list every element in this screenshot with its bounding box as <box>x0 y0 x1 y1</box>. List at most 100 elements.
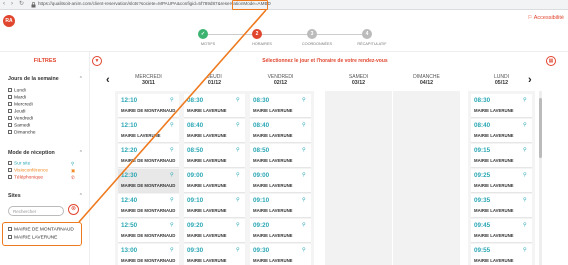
slot-time: 09:25 <box>474 172 491 179</box>
checkbox-icon[interactable] <box>8 227 12 231</box>
slot-place: MAIRIE LAVERUNE <box>187 258 227 263</box>
checkbox-icon[interactable] <box>8 116 12 120</box>
location-icon: ⚲ <box>523 147 527 153</box>
checkbox-icon[interactable] <box>8 95 12 99</box>
site-search-input[interactable]: Rechercher <box>8 206 64 216</box>
chevron-up-icon[interactable]: ⌃ <box>79 193 83 199</box>
day-checkbox[interactable]: Samedi <box>8 123 30 129</box>
time-slot[interactable]: 12:50 ⚲ MAIRIE DE MONTARNAUD <box>118 219 179 243</box>
time-slot[interactable]: 08:40 ⚲ MAIRIE LAVERUNE <box>250 119 311 143</box>
checkbox-icon[interactable] <box>8 175 12 179</box>
slot-place: MAIRIE DE MONTARNAUD <box>121 208 176 213</box>
time-slot[interactable]: 08:50 ⚲ MAIRIE LAVERUNE <box>184 144 245 168</box>
browser-address-bar[interactable]: ‹ › ↻ https://qualitsoit-anim.com/client… <box>0 0 568 10</box>
time-slot[interactable]: 12:40 ⚲ MAIRIE DE MONTARNAUD <box>118 194 179 218</box>
checkbox-icon[interactable] <box>8 88 12 92</box>
slot-time: 09:20 <box>187 222 204 229</box>
sites-section-title[interactable]: Sites <box>8 193 21 199</box>
slot-place: MAIRIE LAVERUNE <box>474 133 514 138</box>
slot-place: MAIRIE LAVERUNE <box>187 208 227 213</box>
checkbox-icon[interactable] <box>8 109 12 113</box>
app-logo[interactable]: RA <box>3 15 15 27</box>
day-checkbox[interactable]: Mardi <box>8 95 26 101</box>
prev-week-arrow[interactable]: ‹ <box>106 74 110 86</box>
time-slot[interactable]: 09:30 ⚲ MAIRIE LAVERUNE <box>250 244 311 265</box>
slot-time: 08:30 <box>187 97 204 104</box>
time-slot[interactable]: 09:00 ⚲ MAIRIE LAVERUNE <box>250 169 311 193</box>
checkbox-icon[interactable] <box>8 168 12 172</box>
slot-list: 08:30 ⚲ MAIRIE LAVERUNE 08:40 ⚲ MAIRIE LAVERU… <box>181 91 248 265</box>
slot-time: 09:35 <box>474 197 491 204</box>
slot-time: 13:00 <box>121 247 138 254</box>
chevron-up-icon[interactable]: ⌃ <box>79 76 83 82</box>
time-slot[interactable]: 09:45 ⚲ MAIRIE LAVERUNE <box>471 219 532 243</box>
time-slot[interactable]: 09:35 ⚲ MAIRIE LAVERUNE <box>471 194 532 218</box>
time-slot[interactable]: 08:30 ⚲ MAIRIE LAVERUNE <box>184 94 245 118</box>
time-slot[interactable]: 09:20 ⚲ MAIRIE LAVERUNE <box>184 219 245 243</box>
checkbox-icon[interactable] <box>8 235 12 239</box>
time-slot[interactable]: 13:00 ⚲ MAIRIE DE MONTARNAUD <box>118 244 179 265</box>
location-icon: ⚲ <box>170 247 174 253</box>
day-checkbox[interactable]: Jeudi <box>8 109 25 115</box>
location-icon: ⚲ <box>236 122 240 128</box>
checkbox-icon[interactable] <box>8 102 12 106</box>
day-checkbox[interactable]: Lundi <box>8 88 26 94</box>
day-column: DIMANCHE 04/12 <box>393 74 460 265</box>
time-slot[interactable]: 08:50 ⚲ MAIRIE LAVERUNE <box>250 144 311 168</box>
reload-icon[interactable]: ↻ <box>19 1 24 7</box>
checkbox-icon[interactable] <box>8 130 12 134</box>
checkbox-icon[interactable] <box>8 161 12 165</box>
clear-search-button[interactable]: ⊗ <box>68 204 79 215</box>
time-slot[interactable]: 12:20 ⚲ MAIRIE DE MONTARNAUD <box>118 144 179 168</box>
time-slot[interactable]: 08:40 ⚲ MAIRIE LAVERUNE <box>184 119 245 143</box>
chevron-up-icon[interactable]: ⌃ <box>79 150 83 156</box>
calendar-button[interactable]: ▦ <box>546 56 556 66</box>
day-label: Vendredi <box>14 116 33 122</box>
slot-list: 08:30 ⚲ MAIRIE LAVERUNE 08:40 ⚲ MAIRIE LAVERU… <box>468 91 535 265</box>
time-slot[interactable]: 12:30 ⚲ MAIRIE DE MONTARNAUD <box>118 169 179 193</box>
day-checkbox[interactable]: Dimanche <box>8 130 36 136</box>
slot-place: MAIRIE LAVERUNE <box>187 158 227 163</box>
day-checkbox[interactable]: Mercredi <box>8 102 33 108</box>
slot-time: 12:10 <box>121 122 138 129</box>
accessibility-link[interactable]: ⚐ Accessibilité <box>528 15 564 21</box>
time-slot[interactable]: 09:15 ⚲ MAIRIE LAVERUNE <box>471 144 532 168</box>
days-section-title[interactable]: Jours de la semaine <box>8 76 59 82</box>
slot-time: 12:10 <box>121 97 138 104</box>
slot-place: MAIRIE LAVERUNE <box>187 133 227 138</box>
slot-place: MAIRIE LAVERUNE <box>474 108 514 113</box>
location-icon: ⚲ <box>302 247 306 253</box>
time-slot[interactable]: 12:10 ⚲ MAIRIE DE MONTARNAUD <box>118 94 179 118</box>
site-checkbox[interactable]: MAIRIE DE MONTARNAUD <box>8 227 74 233</box>
location-icon: ⚲ <box>170 122 174 128</box>
time-slot[interactable]: 08:40 ⚲ MAIRIE LAVERUNE <box>471 119 532 143</box>
location-icon: ⚲ <box>236 222 240 228</box>
back-icon[interactable]: ‹ <box>3 1 8 7</box>
filter-toggle-button[interactable]: ▼ <box>92 56 102 66</box>
forward-icon[interactable]: › <box>11 1 16 7</box>
time-slot[interactable]: 08:30 ⚲ MAIRIE LAVERUNE <box>250 94 311 118</box>
mode-section-title[interactable]: Mode de réception <box>8 150 55 156</box>
time-slot[interactable]: 09:25 ⚲ MAIRIE LAVERUNE <box>471 169 532 193</box>
mode-checkbox-onsite[interactable]: Sur site ⚲ <box>8 161 74 167</box>
time-slot[interactable]: 12:10 ⚲ MAIRIE LAVERUNE <box>118 119 179 143</box>
day-checkbox[interactable]: Vendredi <box>8 116 33 122</box>
time-slot[interactable]: 09:55 ⚲ MAIRIE LAVERUNE <box>471 244 532 265</box>
time-slot[interactable]: 09:30 ⚲ MAIRIE LAVERUNE <box>184 244 245 265</box>
mode-checkbox-video[interactable]: Visioconférence ▣ <box>8 168 75 174</box>
step-connector <box>262 34 312 35</box>
day-column: JEUDI 01/12 08:30 ⚲ MAIRIE LAVERUNE 08:40 ⚲ MAI… <box>181 74 248 265</box>
location-icon: ⚲ <box>71 161 75 166</box>
time-slot[interactable]: 09:00 ⚲ MAIRIE LAVERUNE <box>184 169 245 193</box>
checkbox-icon[interactable] <box>8 123 12 127</box>
mode-checkbox-phone[interactable]: Téléphonique ✆ <box>8 175 75 181</box>
slot-place: MAIRIE LAVERUNE <box>474 233 514 238</box>
time-slot[interactable]: 09:10 ⚲ MAIRIE LAVERUNE <box>184 194 245 218</box>
slot-place: MAIRIE LAVERUNE <box>253 133 293 138</box>
time-slot[interactable]: 08:30 ⚲ MAIRIE LAVERUNE <box>471 94 532 118</box>
scrollbar-thumb[interactable] <box>539 98 542 158</box>
slot-time: 08:50 <box>187 147 204 154</box>
time-slot[interactable]: 09:10 ⚲ MAIRIE LAVERUNE <box>250 194 311 218</box>
site-checkbox[interactable]: MAIRIE LAVERUNE <box>8 235 57 241</box>
time-slot[interactable]: 09:20 ⚲ MAIRIE LAVERUNE <box>250 219 311 243</box>
